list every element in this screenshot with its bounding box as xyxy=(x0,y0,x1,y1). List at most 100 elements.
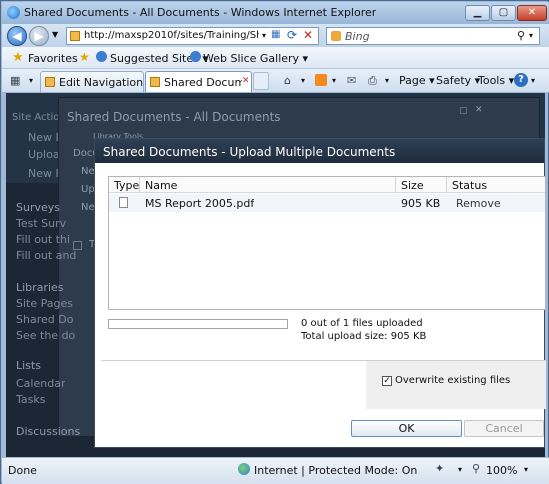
back-button[interactable]: ◀ xyxy=(7,26,27,46)
minimize-button[interactable]: ▁ xyxy=(465,5,490,21)
address-dropdown-icon[interactable]: ▾ xyxy=(262,31,266,40)
upload-dialog: Shared Documents - Upload Multiple Docum… xyxy=(94,138,546,448)
zoom-dropdown-icon[interactable]: ▾ xyxy=(524,465,528,474)
tab-label: Edit Navigation Link xyxy=(59,76,145,89)
sharepoint-icon xyxy=(45,77,55,87)
close-icon[interactable]: ✕ xyxy=(475,105,483,115)
search-dropdown-icon[interactable]: ▾ xyxy=(529,31,533,40)
security-zone[interactable]: Internet | Protected Mode: On xyxy=(254,464,417,477)
search-icon[interactable]: ⚲ xyxy=(517,29,525,42)
sharepoint-icon xyxy=(150,77,160,87)
title-bar: Shared Documents - All Documents - Windo… xyxy=(2,2,549,24)
background-dialog-title: Shared Documents - All Documents xyxy=(67,110,281,124)
overwrite-checkbox[interactable]: ✓ xyxy=(382,376,392,386)
status-bar: Done Internet | Protected Mode: On ✦ ▾ ⚲… xyxy=(2,457,549,484)
overwrite-label: Overwrite existing files xyxy=(395,375,511,386)
left-ribbon: New Do Uploa New Fol xyxy=(6,127,71,183)
suggested-sites-icon xyxy=(96,51,107,62)
surveys-heading[interactable]: Surveys xyxy=(16,201,60,214)
options-panel: ✓ Overwrite existing files xyxy=(366,361,546,409)
search-field[interactable]: Bing ⚲ ▾ xyxy=(326,27,540,45)
cancel-button[interactable]: Cancel xyxy=(464,420,544,437)
column-divider xyxy=(139,177,140,193)
refresh-icon[interactable]: ⟳ xyxy=(287,28,297,42)
bing-icon xyxy=(331,31,341,41)
maximize-button[interactable]: ▢ xyxy=(491,5,516,21)
zoom-level[interactable]: 100% xyxy=(486,464,517,477)
maximize-icon[interactable]: ▢ xyxy=(459,106,468,116)
favorites-bar: ★ Favorites ★ Suggested Sites ▾ Web Slic… xyxy=(2,47,549,69)
favorites-button[interactable]: Favorites xyxy=(28,52,78,65)
dialog-title: Shared Documents - Upload Multiple Docum… xyxy=(95,139,544,163)
file-list[interactable]: Type Name Size Status MS Report 2005.pdf… xyxy=(108,176,546,310)
help-dropdown-icon[interactable]: ▾ xyxy=(531,76,535,85)
add-favorite-icon[interactable]: ★ xyxy=(79,50,90,64)
ie-icon xyxy=(7,6,20,19)
quick-launch: Surveys Test Surv Fill out thi Fill out … xyxy=(6,183,80,453)
help-icon[interactable]: ? xyxy=(514,73,528,87)
column-header-name: Name xyxy=(145,179,178,192)
tab-close-icon[interactable]: ✕ xyxy=(242,76,250,86)
nav-item[interactable]: Tasks xyxy=(16,393,45,406)
nav-item[interactable]: Calendar xyxy=(16,377,65,390)
page-menu[interactable]: Page ▾ xyxy=(399,74,435,87)
forward-button[interactable]: ▶ xyxy=(29,26,49,46)
home-icon[interactable]: ⌂ xyxy=(284,74,291,87)
nav-item-selected[interactable]: Shared Do xyxy=(16,313,73,326)
column-header-status: Status xyxy=(452,179,488,192)
document-icon xyxy=(119,197,128,208)
column-divider xyxy=(446,177,447,193)
page-icon xyxy=(70,31,80,41)
print-dropdown-icon[interactable]: ▾ xyxy=(385,76,389,85)
tools-menu[interactable]: Tools ▾ xyxy=(478,74,514,87)
feeds-icon[interactable] xyxy=(315,74,327,86)
web-slice-gallery-link[interactable]: Web Slice Gallery ▾ xyxy=(203,52,308,65)
tab-list-dropdown-icon[interactable]: ▾ xyxy=(29,76,33,85)
tab-shared-documents[interactable]: Shared Docume... ✕ xyxy=(145,71,252,92)
tab-label: Shared Docume... xyxy=(164,76,242,89)
nav-item[interactable]: Fill out and xyxy=(16,249,76,262)
close-button[interactable]: ✕ xyxy=(517,5,547,21)
feeds-dropdown-icon[interactable]: ▾ xyxy=(332,76,336,85)
search-placeholder: Bing xyxy=(345,30,370,43)
zone-dropdown-icon[interactable]: ▾ xyxy=(458,465,462,474)
history-dropdown-icon[interactable]: ▼ xyxy=(52,30,58,39)
column-header-size: Size xyxy=(401,179,424,192)
table-row: MS Report 2005.pdf 905 KB Remove xyxy=(109,194,545,212)
nav-item[interactable]: See the do xyxy=(16,329,75,342)
stop-icon[interactable]: ✕ xyxy=(303,28,313,42)
new-tab-button[interactable] xyxy=(253,72,269,90)
address-field[interactable]: http://maxsp2010f/sites/Training/Shared%… xyxy=(66,27,319,45)
safety-menu[interactable]: Safety ▾ xyxy=(436,74,480,87)
protected-mode-icon[interactable]: ✦ xyxy=(435,462,444,475)
nav-item[interactable]: Fill out thi xyxy=(16,233,70,246)
file-size: 905 KB xyxy=(401,197,441,210)
quick-tabs-icon[interactable]: ▦ xyxy=(10,74,20,87)
column-divider xyxy=(395,177,396,193)
file-name: MS Report 2005.pdf xyxy=(145,197,255,210)
tab-bar: ▦ ▾ Edit Navigation Link Shared Docume..… xyxy=(2,69,549,93)
total-size-text: Total upload size: 905 KB xyxy=(301,331,427,342)
file-list-header: Type Name Size Status xyxy=(109,177,545,193)
nav-item[interactable]: Site Pages xyxy=(16,297,73,310)
ok-button[interactable]: OK xyxy=(351,420,462,437)
tab-edit-navigation-link[interactable]: Edit Navigation Link xyxy=(40,71,145,92)
home-dropdown-icon[interactable]: ▾ xyxy=(301,76,305,85)
nav-item[interactable]: Test Surv xyxy=(16,217,66,230)
status-text: Done xyxy=(8,464,37,477)
lists-heading[interactable]: Lists xyxy=(16,359,41,372)
discussions-heading[interactable]: Discussions xyxy=(16,425,80,438)
address-text: http://maxsp2010f/sites/Training/Shared%… xyxy=(84,30,259,41)
compatibility-icon[interactable]: ▦ xyxy=(271,29,280,40)
libraries-heading[interactable]: Libraries xyxy=(16,281,64,294)
browser-window: Shared Documents - All Documents - Windo… xyxy=(0,0,549,484)
upload-progress-bar xyxy=(108,319,288,329)
upload-button[interactable]: Uploa xyxy=(28,148,60,161)
progress-text: 0 out of 1 files uploaded xyxy=(301,318,423,329)
remove-file-link[interactable]: Remove xyxy=(456,197,501,210)
read-mail-icon[interactable]: ✉ xyxy=(347,74,356,87)
favorites-star-icon: ★ xyxy=(12,50,24,65)
column-header-type: Type xyxy=(114,179,140,192)
print-icon[interactable]: ⎙ xyxy=(368,74,377,88)
zoom-icon[interactable]: ⚲ xyxy=(472,462,480,475)
